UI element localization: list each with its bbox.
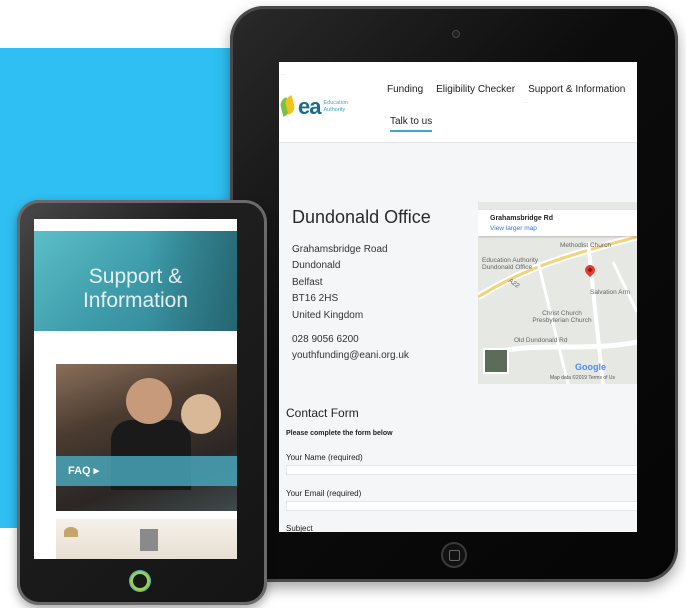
contact-form-title: Contact Form — [286, 406, 359, 420]
home-button[interactable] — [441, 542, 467, 568]
google-logo: Google — [575, 362, 606, 372]
address-line: Belfast — [292, 276, 323, 288]
map-label: Christ Church Presbyterian Church — [532, 310, 592, 324]
nav-talk-to-us[interactable]: Talk to us — [390, 116, 433, 132]
subject-label: Subject — [286, 524, 313, 532]
map-label: Salvation Arm — [590, 289, 631, 296]
hero-title: Support & Information — [82, 265, 189, 312]
map-place-card: Grahamsbridge Rd View larger map — [478, 210, 637, 236]
email-input[interactable] — [286, 501, 637, 511]
office-email[interactable]: youthfunding@eani.org.uk — [292, 348, 409, 364]
ipad-screen: ... ea Education Authority Funding Eligi… — [279, 62, 637, 532]
office-contact: 028 9056 6200 youthfunding@eani.org.uk — [292, 332, 409, 365]
ea-logo[interactable]: ea Education Authority — [279, 94, 363, 120]
map-label: Education Authority Dundonald Office — [482, 257, 539, 271]
name-label: Your Name (required) — [286, 453, 363, 462]
address-line: United Kingdom — [292, 309, 364, 321]
map-place-title: Grahamsbridge Rd — [490, 215, 554, 222]
office-phone[interactable]: 028 9056 6200 — [292, 332, 409, 348]
address-line: Grahamsbridge Road — [292, 244, 388, 255]
leaf-logo-icon — [279, 95, 297, 118]
map-footer: Map data ©2019 Terms of Us — [550, 375, 616, 381]
home-ring-button[interactable] — [130, 571, 150, 591]
camera-icon — [452, 30, 460, 38]
email-label: Your Email (required) — [286, 489, 362, 498]
nav-funding[interactable]: Funding — [387, 84, 423, 95]
nav-eligibility-checker[interactable]: Eligibility Checker — [436, 84, 515, 95]
contact-form-instruction: Please complete the form below — [286, 430, 393, 437]
lamp-image — [64, 527, 78, 537]
ipad-device: ... ea Education Authority Funding Eligi… — [230, 6, 678, 582]
nav-support-information[interactable]: Support & Information — [528, 84, 625, 95]
nav-subtext: ... — [524, 99, 529, 105]
photo-person — [126, 378, 172, 424]
faq-label[interactable]: FAQ ▸ — [68, 464, 99, 477]
tablet-screen: Support & Information FAQ ▸ — [34, 219, 237, 559]
logo-text: ea — [298, 94, 322, 119]
tablet-device: Support & Information FAQ ▸ — [17, 200, 267, 605]
address-line: BT16 2HS — [292, 293, 339, 305]
office-address: Grahamsbridge Road Dundonald Belfast BT1… — [292, 242, 388, 324]
office-title: Dundonald Office — [292, 207, 431, 227]
logo-subtitle: Education Authority — [323, 100, 348, 113]
map-label: Methodist Church — [560, 242, 611, 249]
frame-image — [140, 529, 158, 551]
view-larger-map-link[interactable]: View larger map — [490, 225, 537, 232]
top-utility-bar[interactable]: ... — [281, 71, 285, 77]
map-embed[interactable]: Grahamsbridge Rd View larger map Methodi… — [478, 202, 637, 384]
name-input[interactable] — [286, 465, 637, 475]
second-card[interactable] — [56, 519, 237, 559]
address-line: Dundonald — [292, 260, 341, 272]
faq-card[interactable]: FAQ ▸ — [56, 364, 237, 511]
satellite-toggle[interactable] — [483, 348, 509, 374]
hero-banner: Support & Information — [34, 231, 237, 331]
map-label: Old Dundonald Rd — [514, 337, 568, 344]
main-nav: Funding Eligibility Checker Support & In… — [387, 84, 625, 95]
site-header: ... ea Education Authority Funding Eligi… — [279, 62, 637, 143]
